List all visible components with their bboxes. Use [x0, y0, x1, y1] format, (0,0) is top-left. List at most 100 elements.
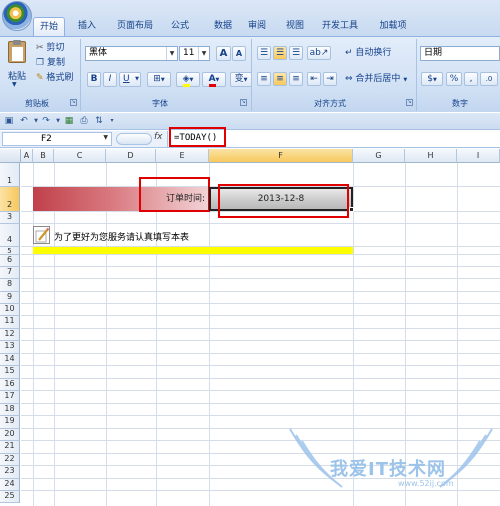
underline-button[interactable]: U ▼	[119, 72, 141, 87]
row-header-6[interactable]: 6	[0, 255, 20, 267]
formula-bar: F2 ▼ fx =TODAY()	[0, 127, 500, 148]
column-header-h[interactable]: H	[405, 149, 457, 163]
percent-style-button[interactable]: %	[446, 72, 462, 86]
border-grid-icon: ⊞	[153, 74, 161, 84]
row-header-13[interactable]: 13	[0, 341, 20, 354]
format-painter-button[interactable]: ✎ 格式刷	[36, 71, 73, 85]
tab-formulas[interactable]: 公式	[164, 17, 196, 36]
tab-data[interactable]: 数据	[207, 17, 239, 36]
row-header-17[interactable]: 17	[0, 391, 20, 404]
grow-font-button[interactable]: A	[216, 46, 231, 61]
customize-toolbar-icon[interactable]: ▾	[106, 115, 118, 127]
row-header-18[interactable]: 18	[0, 404, 20, 416]
font-size-select[interactable]: 11 ▼	[179, 46, 210, 61]
row-header-7[interactable]: 7	[0, 267, 20, 279]
row-header-19[interactable]: 19	[0, 416, 20, 429]
office-button[interactable]	[2, 1, 32, 31]
row-header-24[interactable]: 24	[0, 479, 20, 491]
font-name-select[interactable]: 黑体 ▼	[85, 46, 178, 61]
row-header-14[interactable]: 14	[0, 354, 20, 366]
increase-decimal-button[interactable]: .0	[480, 72, 498, 86]
font-launcher-icon[interactable]: ↘	[240, 99, 247, 106]
select-all-corner[interactable]	[0, 149, 21, 163]
alignment-launcher-icon[interactable]: ↘	[406, 99, 413, 106]
italic-button[interactable]: I	[103, 72, 117, 87]
row-header-22[interactable]: 22	[0, 454, 20, 466]
row-header-8[interactable]: 8	[0, 279, 20, 292]
font-color-button[interactable]: A▼	[202, 72, 226, 87]
chevron-down-icon[interactable]: ▼	[198, 47, 209, 60]
formula-splitter-handle[interactable]	[116, 133, 152, 145]
paste-button[interactable]: 粘贴 ▼	[4, 40, 30, 91]
shrink-font-button[interactable]: A	[232, 46, 246, 61]
row-header-16[interactable]: 16	[0, 379, 20, 391]
excel-icon[interactable]: ▦	[63, 115, 75, 127]
row-header-23[interactable]: 23	[0, 466, 20, 479]
align-center-button[interactable]: ≡	[273, 72, 287, 86]
fill-handle[interactable]	[349, 207, 354, 212]
cut-button[interactable]: ✂ 剪切	[36, 41, 64, 55]
align-left-button[interactable]: ≡	[257, 72, 271, 86]
row-header-12[interactable]: 12	[0, 329, 20, 341]
row-header-2[interactable]: 2	[0, 187, 20, 212]
comma-style-button[interactable]: ,	[464, 72, 478, 86]
formula-highlight-outline	[169, 127, 226, 147]
borders-button[interactable]: ⊞▼	[147, 72, 171, 87]
align-middle-icon: ☰	[275, 48, 285, 58]
tab-insert[interactable]: 插入	[70, 17, 104, 36]
bold-button[interactable]: B	[87, 72, 101, 87]
align-bottom-button[interactable]: ☰	[289, 46, 303, 60]
wrap-text-button[interactable]: ↵ 自动换行	[345, 46, 391, 60]
undo-icon[interactable]: ↶	[18, 115, 30, 127]
column-header-a[interactable]: A	[21, 149, 33, 163]
row-header-3[interactable]: 3	[0, 212, 20, 224]
chevron-down-icon[interactable]: ▼	[103, 134, 108, 141]
row-header-1[interactable]: 1	[0, 163, 20, 187]
tab-page-layout[interactable]: 页面布局	[110, 17, 160, 36]
row-header-15[interactable]: 15	[0, 366, 20, 379]
insert-function-icon[interactable]: fx	[154, 132, 163, 142]
align-right-button[interactable]: ≡	[289, 72, 303, 86]
row-header-4[interactable]: 4	[0, 224, 20, 247]
sort-icon[interactable]: ⇅	[93, 115, 105, 127]
column-header-i[interactable]: I	[457, 149, 500, 163]
print-preview-icon[interactable]: ⎙	[78, 115, 90, 127]
tab-home[interactable]: 开始	[33, 17, 65, 36]
save-icon[interactable]: ▣	[3, 115, 15, 127]
row-header-9[interactable]: 9	[0, 292, 20, 304]
increase-indent-button[interactable]: ⇥	[323, 72, 337, 86]
chevron-down-icon[interactable]: ▼	[166, 47, 177, 60]
row-header-21[interactable]: 21	[0, 441, 20, 454]
row-header-5[interactable]: 5	[0, 247, 20, 255]
column-header-e[interactable]: E	[156, 149, 209, 163]
copy-button[interactable]: ❐ 复制	[36, 56, 65, 70]
clipboard-launcher-icon[interactable]: ↘	[70, 99, 77, 106]
tab-developer[interactable]: 开发工具	[316, 17, 364, 36]
tab-view[interactable]: 视图	[279, 17, 311, 36]
column-header-b[interactable]: B	[33, 149, 54, 163]
note-text-cell[interactable]: 为了更好为您服务请认真填写本表	[54, 230, 189, 243]
column-header-f[interactable]: F	[209, 149, 353, 163]
number-format-select[interactable]: 日期	[420, 46, 500, 61]
row-header-25[interactable]: 25	[0, 491, 20, 503]
align-middle-button[interactable]: ☰	[273, 46, 287, 60]
row-header-11[interactable]: 11	[0, 316, 20, 329]
phonetic-button[interactable]: 变▼	[230, 72, 252, 87]
name-box[interactable]: F2 ▼	[2, 132, 112, 146]
align-top-button[interactable]: ☰	[257, 46, 271, 60]
column-header-d[interactable]: D	[106, 149, 156, 163]
tab-addins[interactable]: 加载项	[371, 17, 415, 36]
row-header-20[interactable]: 20	[0, 429, 20, 441]
row-header-10[interactable]: 10	[0, 304, 20, 316]
gridline	[21, 403, 500, 404]
redo-icon[interactable]: ↷	[40, 115, 52, 127]
accounting-format-button[interactable]: $▼	[421, 72, 443, 86]
orientation-button[interactable]: ab↗	[307, 46, 331, 60]
underline-icon: U	[123, 74, 130, 84]
decrease-indent-button[interactable]: ⇤	[307, 72, 321, 86]
column-header-g[interactable]: G	[353, 149, 405, 163]
column-header-c[interactable]: C	[54, 149, 106, 163]
fill-color-button[interactable]: ◈▼	[176, 72, 200, 87]
tab-review[interactable]: 审阅	[241, 17, 273, 36]
merge-center-button[interactable]: ⇔ 合并后居中 ▼	[345, 72, 407, 86]
